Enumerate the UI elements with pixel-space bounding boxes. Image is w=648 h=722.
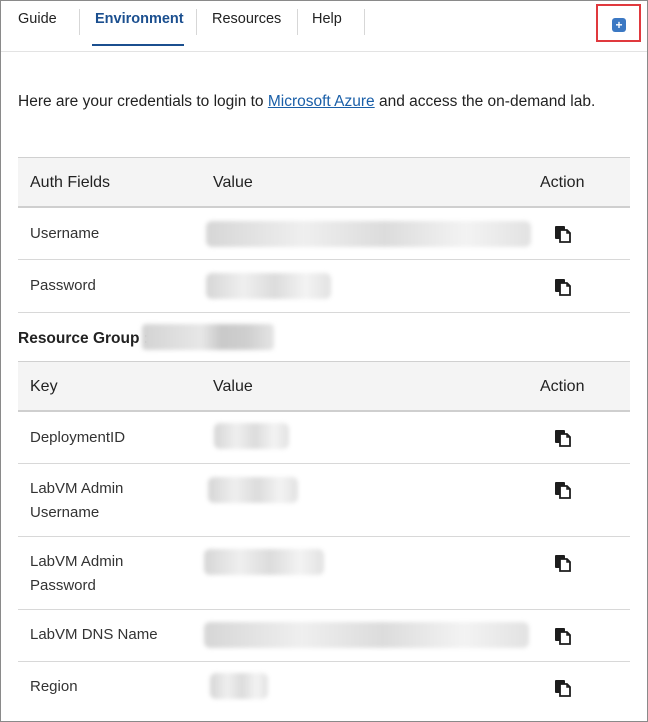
- key-deployment-id: DeploymentID: [30, 429, 126, 446]
- col-header-value: Value: [213, 378, 253, 395]
- redacted-value: [206, 273, 331, 299]
- field-username: Username: [30, 225, 100, 242]
- resource-group-label: Resource Group :: [18, 330, 149, 347]
- redacted-value: [204, 549, 324, 575]
- redacted-value: [210, 673, 268, 699]
- intro-text-after: and access the on-demand lab.: [374, 93, 596, 110]
- intro-text: Here are your credentials to login to Mi…: [18, 93, 595, 111]
- table-row: LabVM DNS Name: [18, 610, 630, 662]
- tab-divider: [297, 9, 298, 35]
- key-labvm-dns-name: LabVM DNS Name: [30, 626, 158, 643]
- redacted-value: [204, 622, 529, 648]
- tab-resources[interactable]: Resources: [212, 1, 281, 45]
- redacted-value: [206, 221, 531, 247]
- active-tab-indicator: [92, 44, 184, 46]
- microsoft-azure-link[interactable]: Microsoft Azure: [268, 93, 375, 110]
- col-header-key: Key: [30, 378, 58, 395]
- copy-icon[interactable]: [553, 480, 573, 500]
- key-labvm-admin-username-line1: LabVM Admin: [30, 480, 124, 497]
- lab-panel: Guide Environment Resources Help + Here …: [0, 0, 648, 722]
- tab-divider: [79, 9, 80, 35]
- copy-icon[interactable]: [553, 678, 573, 698]
- copy-icon[interactable]: [553, 553, 573, 573]
- key-region: Region: [30, 678, 78, 695]
- copy-icon[interactable]: [553, 224, 573, 244]
- tab-help[interactable]: Help: [312, 1, 342, 45]
- tab-divider: [364, 9, 365, 35]
- col-header-action: Action: [540, 378, 585, 395]
- resource-table-header: Key Value Action: [18, 361, 630, 412]
- table-row: Region: [18, 662, 630, 714]
- redacted-resource-group: [142, 324, 274, 350]
- popout-icon: +: [612, 18, 626, 32]
- table-row: LabVM Admin Password: [18, 537, 630, 610]
- copy-icon[interactable]: [553, 626, 573, 646]
- popout-button[interactable]: +: [596, 4, 641, 42]
- tab-guide[interactable]: Guide: [18, 1, 57, 45]
- key-labvm-admin-username-line2: Username: [30, 504, 100, 521]
- auth-table-header: Auth Fields Value Action: [18, 157, 630, 208]
- copy-icon[interactable]: [553, 277, 573, 297]
- tab-environment[interactable]: Environment: [95, 1, 184, 45]
- table-row: DeploymentID: [18, 412, 630, 464]
- col-header-value: Value: [213, 174, 253, 191]
- tab-divider: [196, 9, 197, 35]
- intro-text-before: Here are your credentials to login to: [18, 93, 268, 110]
- key-labvm-admin-password-line2: Password: [30, 577, 96, 594]
- field-password: Password: [30, 277, 96, 294]
- redacted-value: [208, 477, 298, 503]
- table-row: Password: [18, 260, 630, 313]
- table-row: Username: [18, 208, 630, 260]
- col-header-auth-fields: Auth Fields: [30, 174, 111, 191]
- key-labvm-admin-password-line1: LabVM Admin: [30, 553, 124, 570]
- copy-icon[interactable]: [553, 428, 573, 448]
- col-header-action: Action: [540, 174, 585, 191]
- tab-bar: Guide Environment Resources Help +: [1, 1, 647, 52]
- redacted-value: [214, 423, 289, 449]
- table-row: LabVM Admin Username: [18, 464, 630, 537]
